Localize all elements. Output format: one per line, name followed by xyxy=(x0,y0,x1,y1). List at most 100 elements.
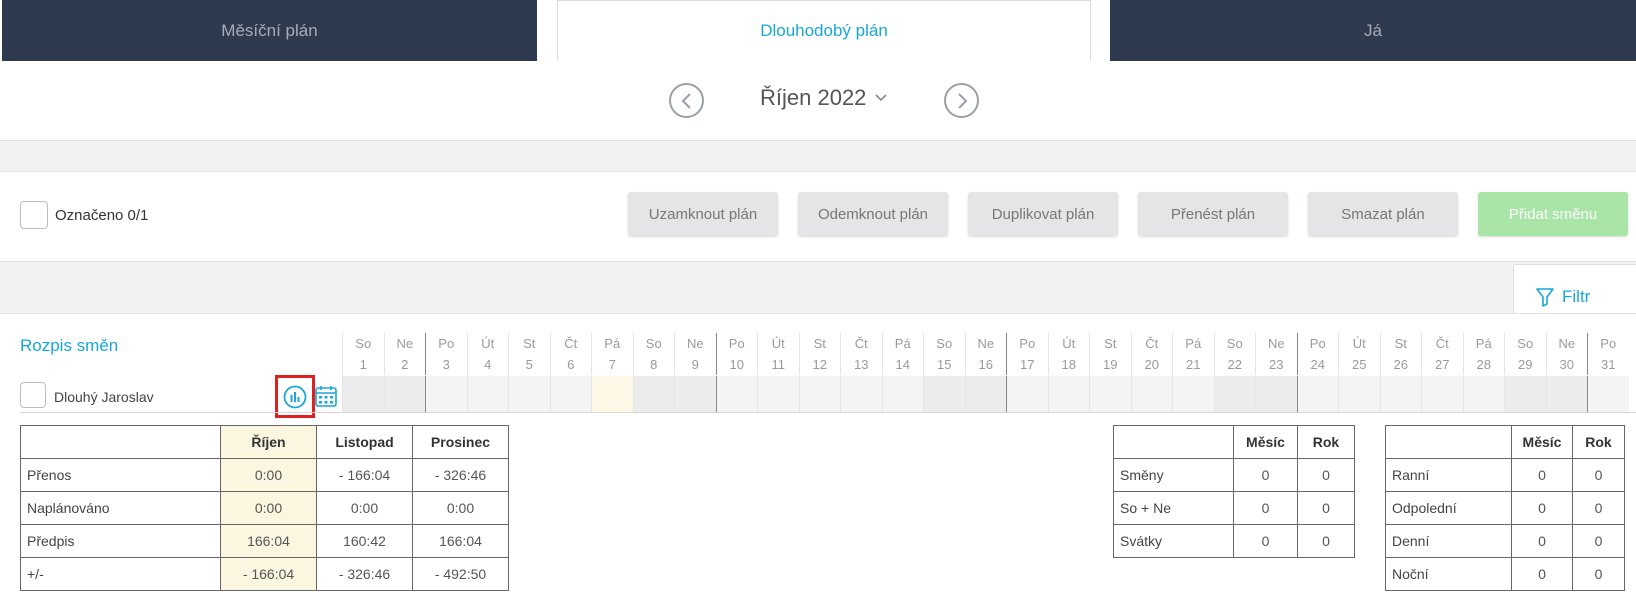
select-all-checkbox[interactable] xyxy=(20,201,48,229)
previous-month-button[interactable] xyxy=(669,83,704,118)
tab-long-term-plan[interactable]: Dlouhodobý plán xyxy=(557,0,1091,61)
day-column-header: Čt 20 xyxy=(1130,333,1173,375)
day-number: 10 xyxy=(729,357,744,372)
table-cell: - 166:04 xyxy=(220,557,317,591)
weekday-label: Ne xyxy=(1267,336,1285,351)
row-label: Předpis xyxy=(20,524,221,558)
lock-plan-button[interactable]: Uzamknout plán xyxy=(628,192,778,236)
weekday-label: Ne xyxy=(686,336,704,351)
table-cell: 0 xyxy=(1297,491,1355,525)
weekday-label: Ne xyxy=(1558,336,1576,351)
table-cell: 0:00 xyxy=(412,491,509,525)
table-header: Říjen xyxy=(220,425,317,459)
tab-monthly-plan[interactable]: Měsíční plán xyxy=(2,0,537,61)
table-row: Předpis 166:04 160:42 166:04 xyxy=(20,524,509,558)
shift-cell[interactable] xyxy=(964,376,1006,412)
shift-cell[interactable] xyxy=(757,376,799,412)
shift-cell[interactable] xyxy=(1047,376,1089,412)
shift-cell[interactable] xyxy=(1545,376,1587,412)
shift-cell[interactable] xyxy=(923,376,965,412)
table-row: Denní 0 0 xyxy=(1385,524,1625,558)
shift-cell[interactable] xyxy=(881,376,923,412)
day-column-header: Po 24 xyxy=(1296,333,1339,375)
weekday-label: Pá xyxy=(1185,336,1202,351)
weekday-label: Út xyxy=(1352,336,1366,351)
day-number: 12 xyxy=(812,357,827,372)
shift-cell[interactable] xyxy=(1089,376,1131,412)
row-label: Naplánováno xyxy=(20,491,221,525)
day-number: 5 xyxy=(525,357,533,372)
shift-cell[interactable] xyxy=(1172,376,1214,412)
row-label: +/- xyxy=(20,557,221,591)
shift-cell[interactable] xyxy=(840,376,882,412)
shift-cell[interactable] xyxy=(1504,376,1546,412)
shift-cell[interactable] xyxy=(1296,376,1338,412)
shift-cell[interactable] xyxy=(1130,376,1172,412)
weekday-label: Pá xyxy=(604,336,621,351)
shift-cell[interactable] xyxy=(1006,376,1048,412)
shift-cell[interactable] xyxy=(508,376,550,412)
unlock-plan-button[interactable]: Odemknout plán xyxy=(798,192,948,236)
day-number: 29 xyxy=(1518,357,1533,372)
shift-cell[interactable] xyxy=(549,376,591,412)
table-cell: - 326:46 xyxy=(412,458,509,492)
table-cell: 160:42 xyxy=(316,524,413,558)
shift-cell[interactable] xyxy=(591,376,633,412)
table-cell: 0 xyxy=(1511,557,1573,591)
table-header: Listopad xyxy=(316,425,413,459)
shift-cell[interactable] xyxy=(1421,376,1463,412)
day-number: 20 xyxy=(1144,357,1159,372)
shift-cell[interactable] xyxy=(1255,376,1297,412)
employee-shift-row xyxy=(0,376,1636,412)
selected-count-label: Označeno 0/1 xyxy=(55,207,149,224)
weekday-label: So xyxy=(645,336,662,351)
day-number: 9 xyxy=(691,357,699,372)
day-number: 23 xyxy=(1269,357,1284,372)
duplicate-plan-button[interactable]: Duplikovat plán xyxy=(968,192,1118,236)
shift-cell[interactable] xyxy=(466,376,508,412)
table-row: Naplánováno 0:00 0:00 0:00 xyxy=(20,491,509,525)
table-cell: 0 xyxy=(1233,491,1298,525)
add-shift-button[interactable]: Přidat směnu xyxy=(1478,192,1628,236)
shift-cell[interactable] xyxy=(1462,376,1504,412)
next-month-button[interactable] xyxy=(944,83,979,118)
day-column-header: Ne 23 xyxy=(1255,333,1297,375)
transfer-plan-button[interactable]: Přenést plán xyxy=(1138,192,1288,236)
shift-cell[interactable] xyxy=(632,376,674,412)
shift-cell[interactable] xyxy=(1338,376,1380,412)
chevron-left-icon xyxy=(681,92,691,109)
table-row: Směny 0 0 xyxy=(1113,458,1355,492)
shift-cell[interactable] xyxy=(1213,376,1255,412)
shift-cell[interactable] xyxy=(715,376,757,412)
day-number: 25 xyxy=(1352,357,1367,372)
table-cell: 0 xyxy=(1297,524,1355,558)
shift-cell[interactable] xyxy=(1379,376,1421,412)
table-header xyxy=(20,425,221,459)
table-cell: 166:04 xyxy=(412,524,509,558)
filter-label: Filtr xyxy=(1562,287,1591,306)
weekday-label: Po xyxy=(1019,336,1036,351)
delete-plan-button[interactable]: Smazat plán xyxy=(1308,192,1458,236)
day-number: 31 xyxy=(1601,357,1616,372)
shift-cell[interactable] xyxy=(798,376,840,412)
tab-me[interactable]: Já xyxy=(1110,0,1636,61)
weekday-label: Út xyxy=(771,336,785,351)
weekday-label: So xyxy=(1517,336,1534,351)
table-header: Prosinec xyxy=(412,425,509,459)
day-column-header: Út 25 xyxy=(1338,333,1380,375)
funnel-icon xyxy=(1536,288,1554,307)
row-label: Směny xyxy=(1113,458,1234,492)
row-label: Svátky xyxy=(1113,524,1234,558)
day-column-header: Čt 27 xyxy=(1421,333,1463,375)
month-selector[interactable]: Říjen 2022 xyxy=(760,85,888,111)
weekday-label: Út xyxy=(1062,336,1076,351)
shift-cell[interactable] xyxy=(674,376,716,412)
weekday-label: Ne xyxy=(977,336,995,351)
shift-cell[interactable] xyxy=(1587,376,1629,412)
shift-cell[interactable] xyxy=(425,376,467,412)
day-column-header: Po 3 xyxy=(425,333,467,375)
shift-cell[interactable] xyxy=(383,376,425,412)
day-column-header: Út 4 xyxy=(466,333,509,375)
shift-cell[interactable] xyxy=(342,376,384,412)
table-row: Odpolední 0 0 xyxy=(1385,491,1625,525)
